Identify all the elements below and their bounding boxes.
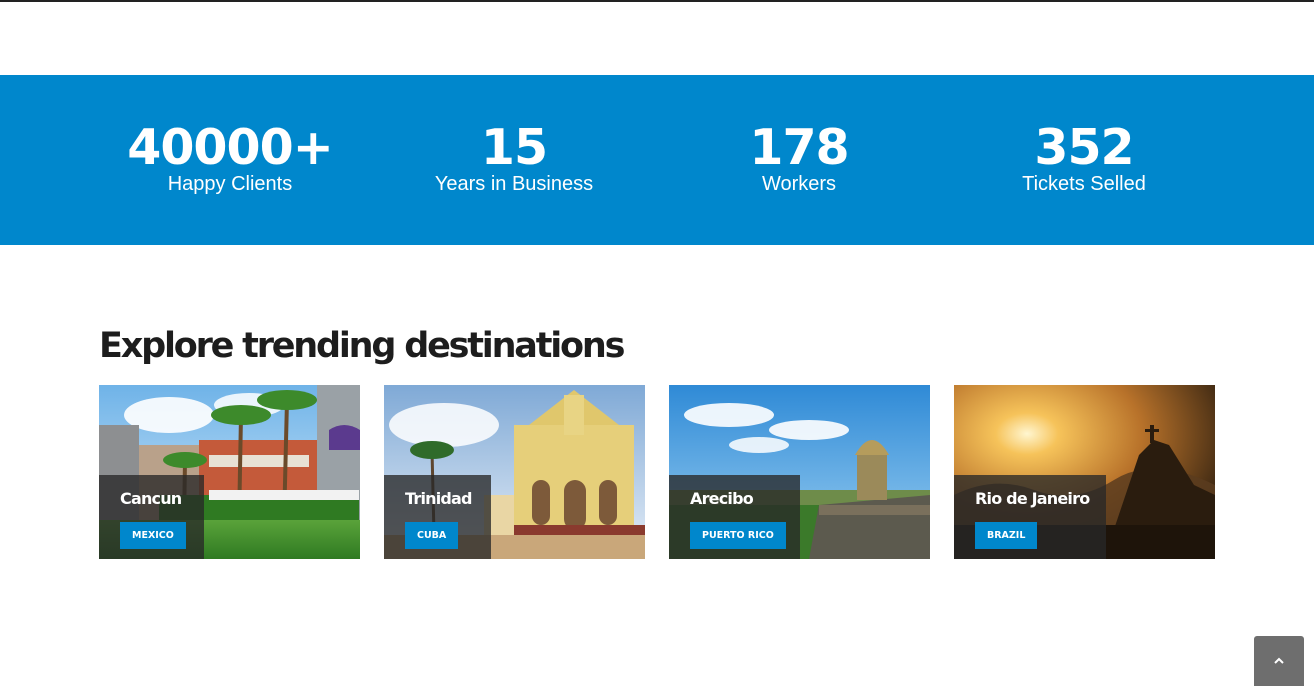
stat-happy-clients: 40000+ Happy Clients (95, 119, 365, 196)
destination-card-rio-de-janeiro[interactable]: Rio de Janeiro BRAZIL (954, 385, 1215, 559)
destination-name[interactable]: Cancun (120, 489, 182, 508)
destination-card-cancun[interactable]: Cancun MEXICO (99, 385, 360, 559)
country-badge[interactable]: PUERTO RICO (690, 522, 786, 549)
destination-name[interactable]: Trinidad (405, 489, 473, 508)
section-title: Explore trending destinations (99, 326, 625, 366)
country-badge[interactable]: MEXICO (120, 522, 186, 549)
stat-years-in-business: 15 Years in Business (379, 119, 649, 196)
destination-card-arecibo[interactable]: Arecibo PUERTO RICO (669, 385, 930, 559)
top-border-line (0, 0, 1314, 2)
back-to-top-button[interactable] (1254, 636, 1304, 686)
destination-name[interactable]: Arecibo (690, 489, 754, 508)
stat-number: 178 (749, 119, 849, 176)
stat-label: Tickets Selled (1022, 173, 1146, 195)
stat-label: Workers (761, 173, 837, 195)
stat-number: 352 (1034, 119, 1134, 176)
country-badge[interactable]: CUBA (405, 522, 459, 549)
stat-workers: 178 Workers (664, 119, 934, 196)
destination-card-trinidad[interactable]: Trinidad CUBA (384, 385, 645, 559)
stats-band: 40000+ Happy Clients 15 Years in Busines… (0, 75, 1314, 245)
stat-label: Happy Clients (167, 173, 293, 195)
chevron-up-icon (1274, 657, 1284, 664)
stat-label: Years in Business (434, 173, 594, 195)
stat-number: 40000+ (127, 119, 334, 176)
stat-tickets-selled: 352 Tickets Selled (949, 119, 1219, 196)
destination-name[interactable]: Rio de Janeiro (975, 489, 1090, 508)
stat-number: 15 (480, 119, 548, 176)
country-badge[interactable]: BRAZIL (975, 522, 1038, 549)
